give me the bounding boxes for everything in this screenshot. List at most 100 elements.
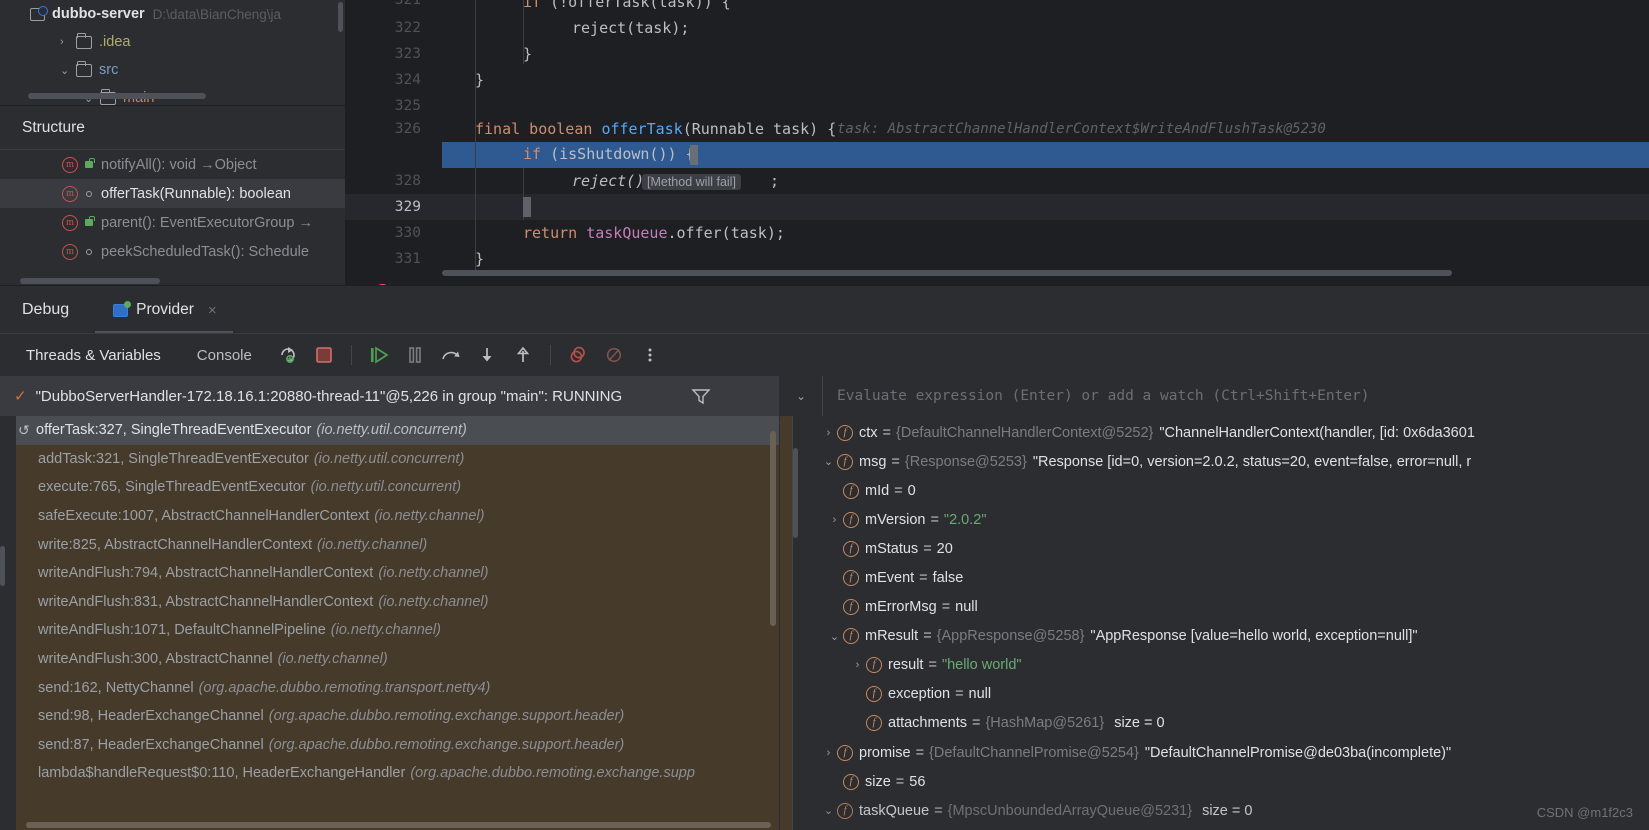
project-tree-hscrollbar[interactable] xyxy=(28,93,206,99)
line-number: 321 xyxy=(394,0,421,8)
chevron-down-icon[interactable]: ⌄ xyxy=(820,455,837,468)
step-out-icon[interactable] xyxy=(508,340,538,370)
project-tree-panel[interactable]: dubbo-server D:\data\BianCheng\ja › .ide… xyxy=(0,0,345,105)
variable-row-result[interactable]: › f result = "hello world" xyxy=(780,651,1649,680)
variable-row-promise[interactable]: › f promise = {DefaultChannelPromise@525… xyxy=(780,738,1649,767)
frame-row[interactable]: write:825, AbstractChannelHandlerContext… xyxy=(0,530,779,559)
step-into-icon[interactable] xyxy=(472,340,502,370)
variable-row-mresult[interactable]: ⌄ f mResult = {AppResponse@5258} "AppRes… xyxy=(780,622,1649,651)
frames-hscrollbar[interactable] xyxy=(26,822,771,828)
step-over-icon[interactable] xyxy=(436,340,466,370)
chevron-down-icon[interactable]: ⌄ xyxy=(820,804,837,817)
chevron-right-icon[interactable]: › xyxy=(826,514,843,526)
tree-item-root[interactable]: dubbo-server D:\data\BianCheng\ja xyxy=(0,0,345,28)
equals-sign: = xyxy=(891,453,900,470)
frame-row[interactable]: addTask:321, SingleThreadEventExecutor (… xyxy=(0,445,779,474)
code-line-331[interactable]: 331 } xyxy=(345,246,1649,272)
field-icon: f xyxy=(843,570,859,587)
line-number: 328 xyxy=(394,173,421,189)
code-line-326[interactable]: 326 final boolean offerTask(Runnable tas… xyxy=(345,116,1649,142)
variable-row-size[interactable]: f size = 56 xyxy=(780,767,1649,796)
variable-row-ctx[interactable]: › f ctx = {DefaultChannelHandlerContext@… xyxy=(780,418,1649,447)
structure-item-notifyall[interactable]: m notifyAll(): void →Object xyxy=(0,150,345,179)
editor-hscrollbar[interactable] xyxy=(442,270,1452,276)
frame-package: (io.netty.channel) xyxy=(330,622,441,639)
structure-hscrollbar[interactable] xyxy=(20,278,160,284)
more-options-icon[interactable] xyxy=(635,340,665,370)
close-icon[interactable]: × xyxy=(208,302,217,319)
pause-program-icon[interactable] xyxy=(400,340,430,370)
frame-row[interactable]: send:87, HeaderExchangeChannel (org.apac… xyxy=(0,731,779,760)
code-line-321[interactable]: 321 if (!offerTask(task)) { xyxy=(345,0,1649,16)
thread-selector[interactable]: ✓ "DubboServerHandler-172.18.16.1:20880-… xyxy=(0,376,779,416)
chevron-right-icon[interactable]: › xyxy=(820,427,837,439)
chevron-right-icon[interactable]: › xyxy=(60,36,76,48)
code-text: final boolean offerTask(Runnable task) { xyxy=(475,120,837,138)
equals-sign: = xyxy=(882,424,891,441)
structure-item-parent[interactable]: m parent(): EventExecutorGroup → xyxy=(0,208,345,237)
evaluate-expression-bar[interactable]: ⌄ Evaluate expression (Enter) or add a w… xyxy=(780,376,1649,416)
chevron-down-icon[interactable]: ⌄ xyxy=(780,389,822,403)
code-line-329[interactable]: 329 } xyxy=(345,194,1649,220)
code-line-327[interactable]: if (isShutdown()) { xyxy=(345,142,1649,303)
mute-breakpoints-icon[interactable] xyxy=(599,340,629,370)
chevron-right-icon[interactable]: › xyxy=(849,659,866,671)
structure-item-peekscheduledtask[interactable]: m peekScheduledTask(): Schedule xyxy=(0,237,345,266)
tab-console[interactable]: Console xyxy=(179,347,270,364)
frame-row[interactable]: execute:765, SingleThreadEventExecutor (… xyxy=(0,473,779,502)
variable-row-mevent[interactable]: f mEvent = false xyxy=(780,563,1649,592)
view-breakpoints-icon[interactable] xyxy=(563,340,593,370)
method-icon: m xyxy=(62,185,78,202)
field-icon: f xyxy=(843,540,859,557)
code-line-324[interactable]: 324 } xyxy=(345,67,1649,93)
variable-row-taskqueue[interactable]: ⌄ f taskQueue = {MpscUnboundedArrayQueue… xyxy=(780,796,1649,825)
variable-row-exception[interactable]: f exception = null xyxy=(780,680,1649,709)
panel-resize-handle[interactable] xyxy=(0,546,5,586)
tree-item-idea[interactable]: › .idea xyxy=(0,28,345,56)
code-line-328[interactable]: 328 reject() [Method will fail] ; xyxy=(345,168,1649,194)
frame-row[interactable]: writeAndFlush:1071, DefaultChannelPipeli… xyxy=(0,616,779,645)
frame-row[interactable]: writeAndFlush:794, AbstractChannelHandle… xyxy=(0,559,779,588)
tree-item-src[interactable]: ⌄ src xyxy=(0,56,345,84)
evaluate-input-placeholder[interactable]: Evaluate expression (Enter) or add a wat… xyxy=(822,376,1649,416)
rerun-debug-icon[interactable] xyxy=(273,340,303,370)
code-line-330[interactable]: 330 return taskQueue.offer(task); xyxy=(345,220,1649,246)
frame-method: send:98, HeaderExchangeChannel xyxy=(38,708,264,725)
frame-row[interactable]: lambda$handleRequest$0:110, HeaderExchan… xyxy=(0,759,779,788)
variable-row-mversion[interactable]: › f mVersion = "2.0.2" xyxy=(780,505,1649,534)
variable-value: "AppResponse [value=hello world, excepti… xyxy=(1090,628,1418,645)
variable-row-mstatus[interactable]: f mStatus = 20 xyxy=(780,534,1649,563)
frames-vscrollbar[interactable] xyxy=(770,431,776,626)
variable-row-attachments[interactable]: f attachments = {HashMap@5261} size = 0 xyxy=(780,709,1649,738)
tab-threads-and-variables[interactable]: Threads & Variables xyxy=(8,347,179,364)
chevron-down-icon[interactable]: ⌄ xyxy=(60,64,76,77)
frame-row[interactable]: writeAndFlush:300, AbstractChannel (io.n… xyxy=(0,645,779,674)
line-number: 322 xyxy=(394,20,421,36)
frame-row[interactable]: writeAndFlush:831, AbstractChannelHandle… xyxy=(0,588,779,617)
frames-list[interactable]: ↺ offerTask:327, SingleThreadEventExecut… xyxy=(0,416,779,830)
frame-row[interactable]: ↺ offerTask:327, SingleThreadEventExecut… xyxy=(0,416,779,445)
frame-row[interactable]: send:98, HeaderExchangeChannel (org.apac… xyxy=(0,702,779,731)
tab-provider[interactable]: Provider × xyxy=(107,286,222,334)
frame-package: (io.netty.util.concurrent) xyxy=(313,450,465,467)
filter-icon[interactable] xyxy=(691,387,711,410)
variable-row-merrormsg[interactable]: f mErrorMsg = null xyxy=(780,593,1649,622)
code-line-322[interactable]: 322 reject(task); xyxy=(345,15,1649,41)
field-icon: f xyxy=(843,628,859,645)
stop-icon[interactable] xyxy=(309,340,339,370)
toolbar-separator xyxy=(549,345,551,365)
variable-row-mid[interactable]: f mId = 0 xyxy=(780,476,1649,505)
variable-row-msg[interactable]: ⌄ f msg = {Response@5253} "Response [id=… xyxy=(780,447,1649,476)
structure-item-offertask[interactable]: m offerTask(Runnable): boolean xyxy=(0,179,345,208)
variables-tree[interactable]: › f ctx = {DefaultChannelHandlerContext@… xyxy=(780,416,1649,830)
module-icon xyxy=(30,5,48,21)
project-tree-vscrollbar[interactable] xyxy=(338,2,343,32)
frame-row[interactable]: safeExecute:1007, AbstractChannelHandler… xyxy=(0,502,779,531)
frame-row[interactable]: send:162, NettyChannel (org.apache.dubbo… xyxy=(0,673,779,702)
variable-name: mId xyxy=(865,482,890,499)
chevron-down-icon[interactable]: ⌄ xyxy=(826,630,843,643)
code-line-323[interactable]: 323 } xyxy=(345,41,1649,67)
resume-program-icon[interactable] xyxy=(364,340,394,370)
code-editor[interactable]: 321 if (!offerTask(task)) { 322 reject(t… xyxy=(345,0,1649,303)
chevron-right-icon[interactable]: › xyxy=(820,747,837,759)
